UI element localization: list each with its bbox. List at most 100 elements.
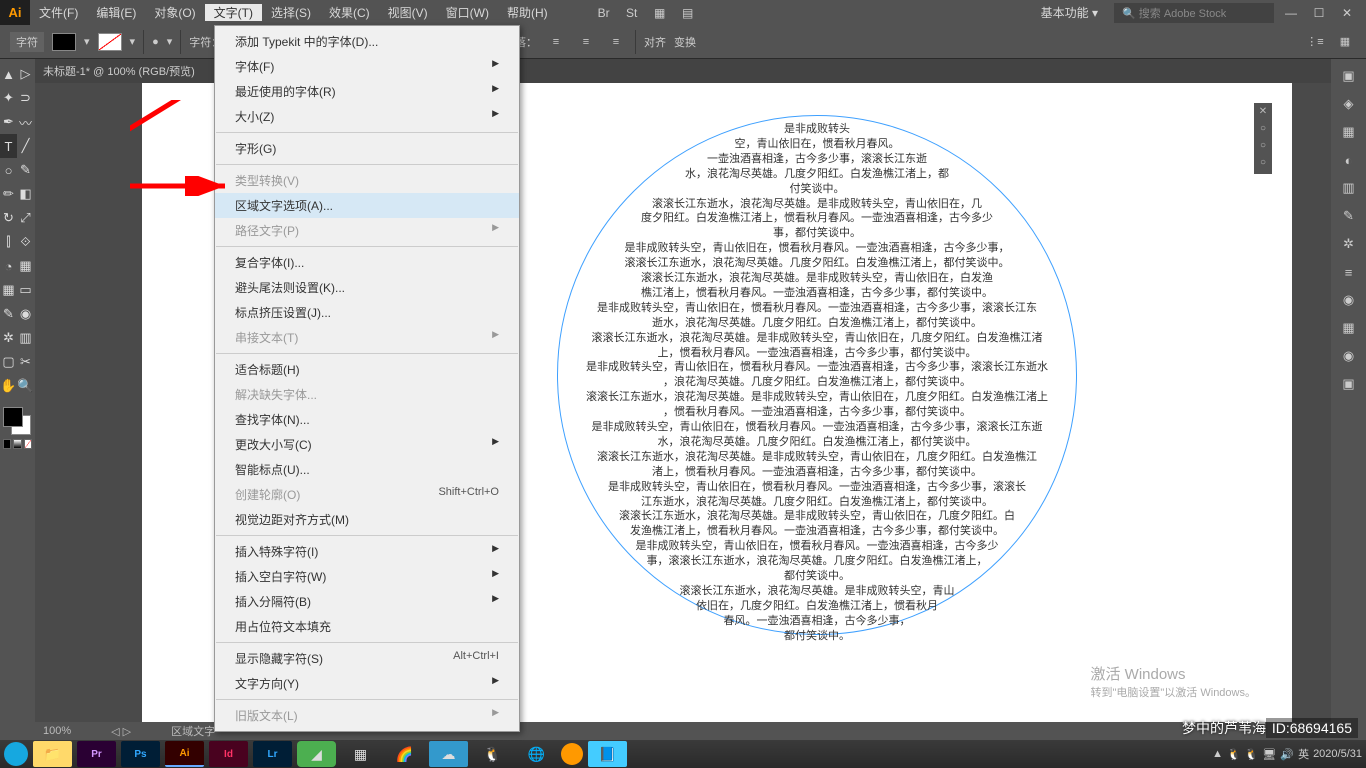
taskbar-app-3-icon[interactable]: 🌈 <box>385 741 424 767</box>
taskbar-qq-icon[interactable]: 🐧 <box>473 741 512 767</box>
taskbar-app-1-icon[interactable]: ◢ <box>297 741 336 767</box>
appearance-panel-icon[interactable]: ◉ <box>1338 345 1360 367</box>
area-type-text[interactable]: 是非成败转头空，青山依旧在，惯看秋月春风。一壶浊酒喜相逢，古今多少事，滚滚长江东… <box>557 115 1077 635</box>
transparency-panel-icon[interactable]: ▦ <box>1338 317 1360 339</box>
taskbar-app-2-icon[interactable]: ▦ <box>341 741 380 767</box>
minimize-icon[interactable]: — <box>1280 4 1302 22</box>
eyedropper-tool[interactable]: ✎ <box>0 302 17 326</box>
menu-item[interactable]: 智能标点(U)... <box>215 457 519 482</box>
taskbar-illustrator-icon[interactable]: Ai <box>165 741 204 767</box>
graph-tool[interactable]: ▥ <box>17 326 34 350</box>
taskbar-app-4-icon[interactable]: ☁ <box>429 741 468 767</box>
line-tool[interactable]: ╱ <box>17 134 34 158</box>
menu-effect[interactable]: 效果(C) <box>320 4 379 21</box>
bridge-icon[interactable]: Br <box>593 4 615 22</box>
menu-item[interactable]: 文字方向(Y)▶ <box>215 671 519 696</box>
stroke-panel-icon[interactable]: ≡ <box>1338 261 1360 283</box>
options-icon[interactable]: ▦ <box>1334 32 1356 52</box>
menu-help[interactable]: 帮助(H) <box>498 4 557 21</box>
pen-tool[interactable]: ✒ <box>0 110 17 134</box>
blend-tool[interactable]: ◉ <box>17 302 34 326</box>
align-panel-btn[interactable]: 对齐 <box>644 34 666 50</box>
menu-item[interactable]: 字体(F)▶ <box>215 54 519 79</box>
scale-tool[interactable]: ⤢ <box>17 206 34 230</box>
character-panel-btn[interactable]: 字符 <box>10 32 44 52</box>
gradient-tool[interactable]: ▭ <box>17 278 34 302</box>
menu-item[interactable]: 视觉边距对齐方式(M) <box>215 507 519 532</box>
taskbar-app-6-icon[interactable]: 📘 <box>588 741 627 767</box>
menu-item[interactable]: 标点挤压设置(J)... <box>215 300 519 325</box>
arrange-icon[interactable]: ▦ <box>649 4 671 22</box>
menu-object[interactable]: 对象(O) <box>145 4 204 21</box>
zoom-level[interactable]: 100% <box>43 725 71 737</box>
taskbar-chrome-icon[interactable]: 🌐 <box>517 741 556 767</box>
menu-item[interactable]: 复合字体(I)... <box>215 250 519 275</box>
menu-item[interactable]: 显示隐藏字符(S)Alt+Ctrl+I <box>215 646 519 671</box>
perspective-tool[interactable]: ▦ <box>17 254 34 278</box>
curvature-tool[interactable]: 〰 <box>17 110 34 134</box>
slice-tool[interactable]: ✂ <box>17 350 34 374</box>
menu-item[interactable]: 用占位符文本填充 <box>215 614 519 639</box>
taskbar-lightroom-icon[interactable]: Lr <box>253 741 292 767</box>
ellipse-tool[interactable]: ○ <box>0 158 17 182</box>
rotate-tool[interactable]: ↻ <box>0 206 17 230</box>
taskbar-app-5-icon[interactable] <box>561 743 583 765</box>
align-center-icon[interactable]: ≡ <box>575 32 597 52</box>
menu-window[interactable]: 窗口(W) <box>437 4 498 21</box>
shaper-tool[interactable]: ✏ <box>0 182 17 206</box>
taskbar-photoshop-icon[interactable]: Ps <box>121 741 160 767</box>
fill-swatch[interactable] <box>52 33 76 51</box>
taskbar-explorer-icon[interactable]: 📁 <box>33 741 72 767</box>
maximize-icon[interactable]: ☐ <box>1308 4 1330 22</box>
menu-type[interactable]: 文字(T) <box>205 4 262 21</box>
menu-item[interactable]: 大小(Z)▶ <box>215 104 519 129</box>
menu-item[interactable]: 查找字体(N)... <box>215 407 519 432</box>
menu-item[interactable]: 适合标题(H) <box>215 357 519 382</box>
menu-item[interactable]: 插入空白字符(W)▶ <box>215 564 519 589</box>
menu-item[interactable]: 插入分隔符(B)▶ <box>215 589 519 614</box>
selection-tool[interactable]: ▲ <box>0 62 17 86</box>
menu-item[interactable]: 插入特殊字符(I)▶ <box>215 539 519 564</box>
brush-tool[interactable]: ✎ <box>17 158 34 182</box>
panel-menu-icon[interactable]: ⋮≡ <box>1304 32 1326 52</box>
hand-tool[interactable]: ✋ <box>0 374 17 398</box>
transform-panel-btn[interactable]: 变换 <box>674 34 696 50</box>
direct-selection-tool[interactable]: ▷ <box>17 62 34 86</box>
swatches-panel-icon[interactable]: ▥ <box>1338 177 1360 199</box>
taskbar-premiere-icon[interactable]: Pr <box>77 741 116 767</box>
layers-panel-icon[interactable]: ◈ <box>1338 93 1360 115</box>
taskbar-clock[interactable]: 2020/5/31 <box>1313 748 1362 760</box>
align-right-icon[interactable]: ≡ <box>605 32 627 52</box>
width-tool[interactable]: ⫿ <box>0 230 17 254</box>
menu-item[interactable]: 区域文字选项(A)... <box>215 193 519 218</box>
search-stock-input[interactable]: 🔍 搜索 Adobe Stock <box>1114 3 1274 23</box>
menu-file[interactable]: 文件(F) <box>30 4 87 21</box>
menu-item[interactable]: 最近使用的字体(R)▶ <box>215 79 519 104</box>
gradient-panel-icon[interactable]: ◉ <box>1338 289 1360 311</box>
lasso-tool[interactable]: ⊃ <box>17 86 34 110</box>
stock-icon[interactable]: St <box>621 4 643 22</box>
properties-panel-icon[interactable]: ▣ <box>1338 65 1360 87</box>
align-left-icon[interactable]: ≡ <box>545 32 567 52</box>
symbol-sprayer-tool[interactable]: ✲ <box>0 326 17 350</box>
eraser-tool[interactable]: ◧ <box>17 182 34 206</box>
panel-close-icon[interactable]: ✕ <box>1257 106 1269 120</box>
free-transform-tool[interactable]: ⟐ <box>17 230 34 254</box>
symbols-panel-icon[interactable]: ✲ <box>1338 233 1360 255</box>
menu-item[interactable]: 添加 Typekit 中的字体(D)... <box>215 29 519 54</box>
type-tool[interactable]: T <box>0 134 17 158</box>
artboard-tool[interactable]: ▢ <box>0 350 17 374</box>
magic-wand-tool[interactable]: ✦ <box>0 86 17 110</box>
graphic-styles-panel-icon[interactable]: ▣ <box>1338 373 1360 395</box>
taskbar-browser-icon[interactable] <box>4 742 28 766</box>
close-icon[interactable]: ✕ <box>1336 4 1358 22</box>
libraries-panel-icon[interactable]: ▦ <box>1338 121 1360 143</box>
gpu-icon[interactable]: ▤ <box>677 4 699 22</box>
zoom-tool[interactable]: 🔍 <box>17 374 34 398</box>
menu-item[interactable]: 字形(G) <box>215 136 519 161</box>
menu-item[interactable]: 更改大小写(C)▶ <box>215 432 519 457</box>
taskbar-indesign-icon[interactable]: Id <box>209 741 248 767</box>
color-panel-icon[interactable]: ◐ <box>1338 149 1360 171</box>
menu-select[interactable]: 选择(S) <box>262 4 320 21</box>
menu-view[interactable]: 视图(V) <box>379 4 437 21</box>
